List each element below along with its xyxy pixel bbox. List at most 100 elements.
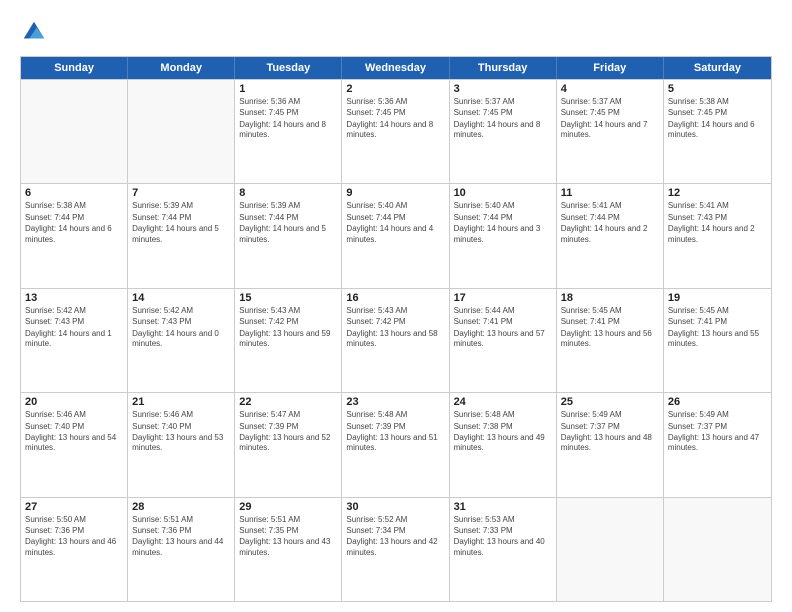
daylight-text: Daylight: 14 hours and 8 minutes. <box>454 120 552 141</box>
daylight-text: Daylight: 13 hours and 48 minutes. <box>561 433 659 454</box>
day-cell-10: 10Sunrise: 5:40 AMSunset: 7:44 PMDayligh… <box>450 184 557 287</box>
sunrise-text: Sunrise: 5:47 AM <box>239 410 337 420</box>
day-cell-7: 7Sunrise: 5:39 AMSunset: 7:44 PMDaylight… <box>128 184 235 287</box>
day-cell-18: 18Sunrise: 5:45 AMSunset: 7:41 PMDayligh… <box>557 289 664 392</box>
sunrise-text: Sunrise: 5:36 AM <box>346 97 444 107</box>
day-number: 28 <box>132 501 230 513</box>
day-number: 18 <box>561 292 659 304</box>
sunrise-text: Sunrise: 5:40 AM <box>454 201 552 211</box>
day-cell-25: 25Sunrise: 5:49 AMSunset: 7:37 PMDayligh… <box>557 393 664 496</box>
daylight-text: Daylight: 13 hours and 51 minutes. <box>346 433 444 454</box>
sunrise-text: Sunrise: 5:46 AM <box>132 410 230 420</box>
daylight-text: Daylight: 14 hours and 8 minutes. <box>346 120 444 141</box>
sunset-text: Sunset: 7:33 PM <box>454 526 552 536</box>
header-day-thursday: Thursday <box>450 57 557 79</box>
sunrise-text: Sunrise: 5:49 AM <box>668 410 767 420</box>
sunset-text: Sunset: 7:41 PM <box>561 317 659 327</box>
sunrise-text: Sunrise: 5:40 AM <box>346 201 444 211</box>
daylight-text: Daylight: 13 hours and 53 minutes. <box>132 433 230 454</box>
day-cell-15: 15Sunrise: 5:43 AMSunset: 7:42 PMDayligh… <box>235 289 342 392</box>
sunrise-text: Sunrise: 5:38 AM <box>668 97 767 107</box>
sunset-text: Sunset: 7:41 PM <box>668 317 767 327</box>
day-number: 15 <box>239 292 337 304</box>
day-number: 27 <box>25 501 123 513</box>
sunset-text: Sunset: 7:45 PM <box>668 108 767 118</box>
sunset-text: Sunset: 7:35 PM <box>239 526 337 536</box>
sunset-text: Sunset: 7:36 PM <box>25 526 123 536</box>
day-number: 16 <box>346 292 444 304</box>
daylight-text: Daylight: 14 hours and 1 minute. <box>25 329 123 350</box>
day-number: 17 <box>454 292 552 304</box>
week-row-3: 13Sunrise: 5:42 AMSunset: 7:43 PMDayligh… <box>21 288 771 392</box>
sunset-text: Sunset: 7:43 PM <box>668 213 767 223</box>
day-number: 24 <box>454 396 552 408</box>
sunrise-text: Sunrise: 5:45 AM <box>668 306 767 316</box>
day-cell-27: 27Sunrise: 5:50 AMSunset: 7:36 PMDayligh… <box>21 498 128 601</box>
sunrise-text: Sunrise: 5:44 AM <box>454 306 552 316</box>
daylight-text: Daylight: 13 hours and 47 minutes. <box>668 433 767 454</box>
daylight-text: Daylight: 14 hours and 5 minutes. <box>239 224 337 245</box>
logo <box>20 18 52 46</box>
daylight-text: Daylight: 13 hours and 44 minutes. <box>132 537 230 558</box>
day-number: 7 <box>132 187 230 199</box>
week-row-4: 20Sunrise: 5:46 AMSunset: 7:40 PMDayligh… <box>21 392 771 496</box>
sunrise-text: Sunrise: 5:41 AM <box>668 201 767 211</box>
day-cell-20: 20Sunrise: 5:46 AMSunset: 7:40 PMDayligh… <box>21 393 128 496</box>
header-day-saturday: Saturday <box>664 57 771 79</box>
sunset-text: Sunset: 7:40 PM <box>132 422 230 432</box>
sunset-text: Sunset: 7:44 PM <box>25 213 123 223</box>
day-cell-19: 19Sunrise: 5:45 AMSunset: 7:41 PMDayligh… <box>664 289 771 392</box>
day-number: 8 <box>239 187 337 199</box>
daylight-text: Daylight: 14 hours and 4 minutes. <box>346 224 444 245</box>
day-cell-28: 28 Sunrise: 5:51 AMSunset: 7:36 PMDayligh… <box>128 498 235 601</box>
daylight-text: Daylight: 13 hours and 55 minutes. <box>668 329 767 350</box>
day-number: 3 <box>454 83 552 95</box>
sunrise-text: Sunrise: 5:43 AM <box>239 306 337 316</box>
daylight-text: Daylight: 13 hours and 54 minutes. <box>25 433 123 454</box>
sunrise-text: Sunrise: 5:48 AM <box>346 410 444 420</box>
sunrise-text: Sunrise: 5:37 AM <box>454 97 552 107</box>
day-cell-24: 24Sunrise: 5:48 AMSunset: 7:38 PMDayligh… <box>450 393 557 496</box>
calendar-header: SundayMondayTuesdayWednesdayThursdayFrid… <box>21 57 771 79</box>
daylight-text: Daylight: 14 hours and 2 minutes. <box>561 224 659 245</box>
day-cell-16: 16Sunrise: 5:43 AMSunset: 7:42 PMDayligh… <box>342 289 449 392</box>
sunset-text: Sunset: 7:42 PM <box>239 317 337 327</box>
sunset-text: Sunset: 7:37 PM <box>561 422 659 432</box>
sunset-text: Sunset: 7:43 PM <box>132 317 230 327</box>
sunset-text: Sunset: 7:42 PM <box>346 317 444 327</box>
day-cell-13: 13Sunrise: 5:42 AMSunset: 7:43 PMDayligh… <box>21 289 128 392</box>
sunset-text: Sunset: 7:34 PM <box>346 526 444 536</box>
sunset-text: Sunset: 7:45 PM <box>239 108 337 118</box>
sunrise-text: Sunrise: 5:48 AM <box>454 410 552 420</box>
daylight-text: Daylight: 13 hours and 58 minutes. <box>346 329 444 350</box>
day-cell-6: 6Sunrise: 5:38 AMSunset: 7:44 PMDaylight… <box>21 184 128 287</box>
day-number: 9 <box>346 187 444 199</box>
sunrise-text: Sunrise: 5:51 AM <box>132 515 230 525</box>
day-cell-26: 26Sunrise: 5:49 AMSunset: 7:37 PMDayligh… <box>664 393 771 496</box>
sunset-text: Sunset: 7:44 PM <box>454 213 552 223</box>
day-cell-22: 22Sunrise: 5:47 AMSunset: 7:39 PMDayligh… <box>235 393 342 496</box>
day-number: 2 <box>346 83 444 95</box>
day-cell-9: 9Sunrise: 5:40 AMSunset: 7:44 PMDaylight… <box>342 184 449 287</box>
header-day-sunday: Sunday <box>21 57 128 79</box>
day-cell-29: 29Sunrise: 5:51 AMSunset: 7:35 PMDayligh… <box>235 498 342 601</box>
day-cell-23: 23Sunrise: 5:48 AMSunset: 7:39 PMDayligh… <box>342 393 449 496</box>
daylight-text: Daylight: 13 hours and 57 minutes. <box>454 329 552 350</box>
daylight-text: Daylight: 13 hours and 43 minutes. <box>239 537 337 558</box>
empty-cell <box>128 80 235 183</box>
header <box>20 18 772 46</box>
day-cell-31: 31Sunrise: 5:53 AMSunset: 7:33 PMDayligh… <box>450 498 557 601</box>
daylight-text: Daylight: 14 hours and 8 minutes. <box>239 120 337 141</box>
daylight-text: Daylight: 13 hours and 56 minutes. <box>561 329 659 350</box>
sunset-text: Sunset: 7:36 PM <box>132 526 230 536</box>
day-cell-12: 12Sunrise: 5:41 AMSunset: 7:43 PMDayligh… <box>664 184 771 287</box>
daylight-text: Daylight: 14 hours and 3 minutes. <box>454 224 552 245</box>
day-number: 4 <box>561 83 659 95</box>
day-cell-2: 2Sunrise: 5:36 AMSunset: 7:45 PMDaylight… <box>342 80 449 183</box>
day-cell-1: 1Sunrise: 5:36 AMSunset: 7:45 PMDaylight… <box>235 80 342 183</box>
sunset-text: Sunset: 7:45 PM <box>561 108 659 118</box>
sunset-text: Sunset: 7:44 PM <box>132 213 230 223</box>
day-number: 6 <box>25 187 123 199</box>
sunrise-text: Sunrise: 5:42 AM <box>25 306 123 316</box>
daylight-text: Daylight: 14 hours and 6 minutes. <box>668 120 767 141</box>
